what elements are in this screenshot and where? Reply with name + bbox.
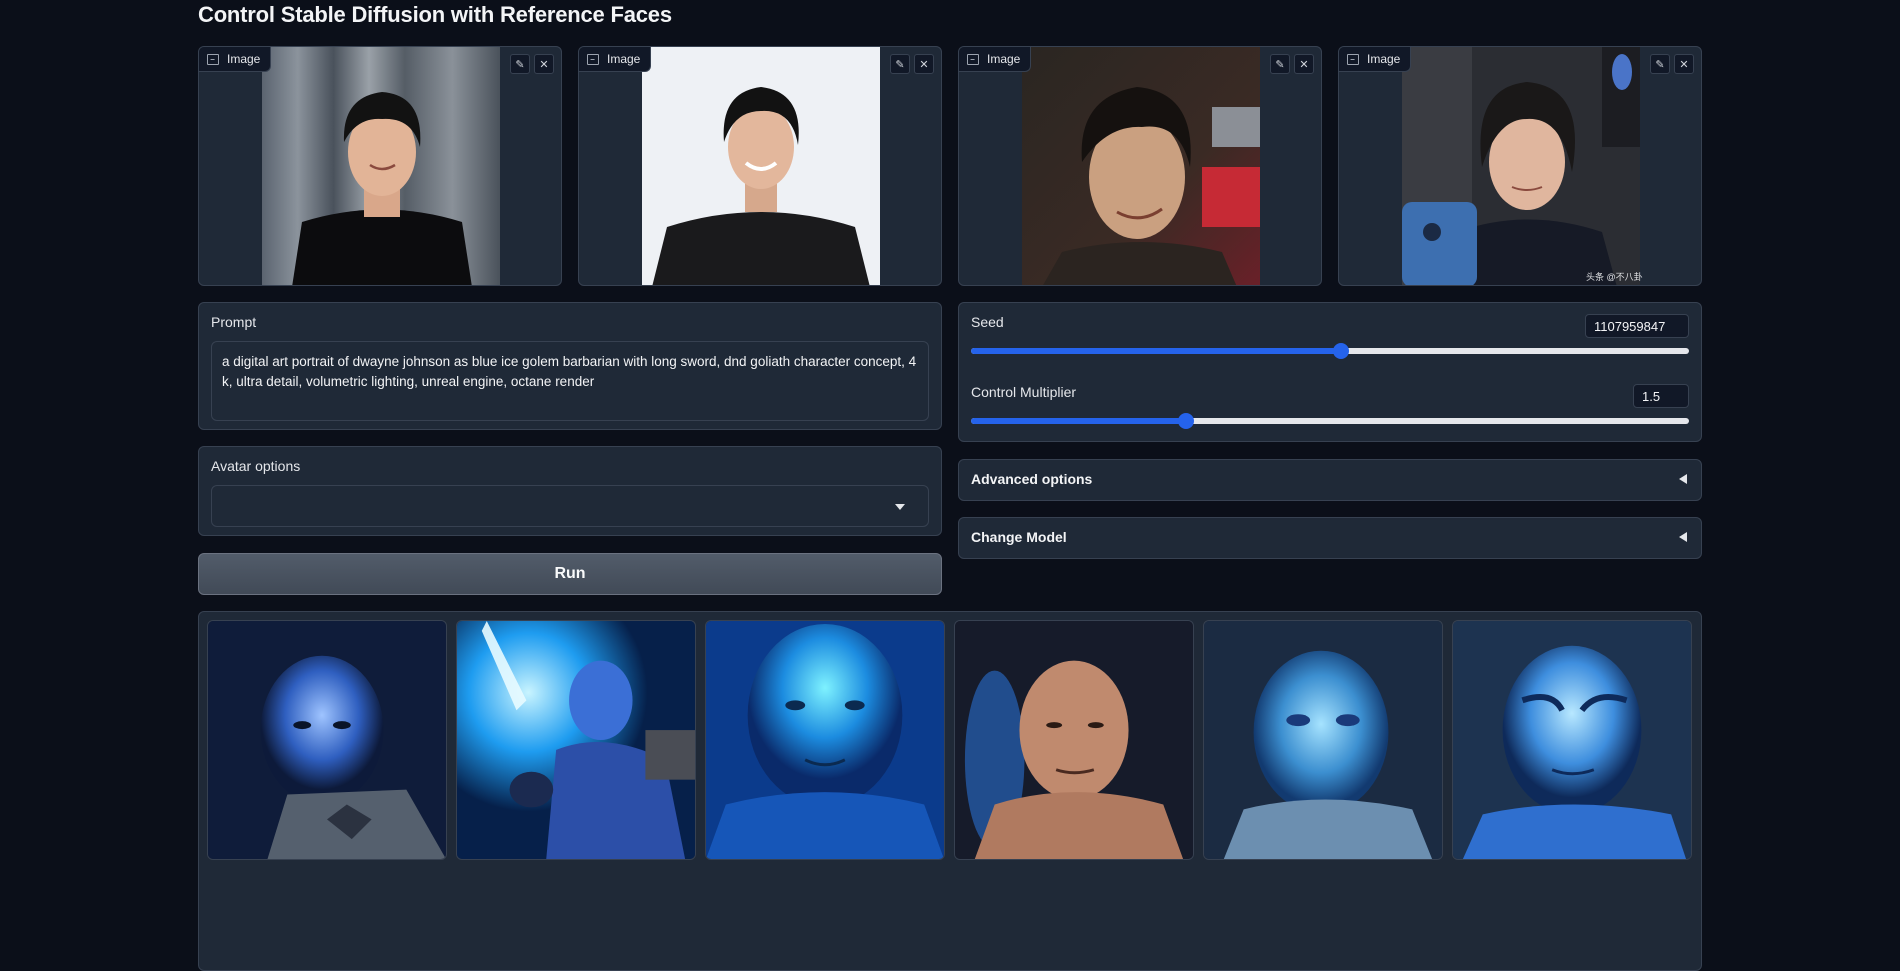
image-label-text: Image bbox=[227, 52, 261, 66]
prompt-panel: Prompt a digital art portrait of dwayne … bbox=[198, 302, 942, 430]
image-input-2[interactable]: Image ✎ ✕ bbox=[578, 46, 942, 286]
seed-slider-fill bbox=[971, 348, 1342, 354]
image-label: Image bbox=[579, 47, 652, 72]
image-input-3[interactable]: Image ✎ ✕ bbox=[958, 46, 1322, 286]
sliders-panel: Seed 1107959847 Control Multiplier 1.5 bbox=[958, 302, 1702, 442]
seed-slider-thumb[interactable] bbox=[1333, 343, 1350, 359]
image-label: Image bbox=[959, 47, 1032, 72]
image-label: Image bbox=[199, 47, 272, 72]
reference-photo-2 bbox=[642, 47, 880, 285]
image-icon bbox=[967, 53, 979, 65]
image-icon bbox=[207, 53, 219, 65]
change-model-accordion[interactable]: Change Model bbox=[958, 517, 1702, 559]
control-multiplier-input[interactable]: 1.5 bbox=[1633, 384, 1689, 408]
advanced-options-accordion[interactable]: Advanced options bbox=[958, 459, 1702, 501]
avatar-options-label: Avatar options bbox=[211, 458, 301, 474]
pencil-icon[interactable]: ✎ bbox=[1650, 54, 1670, 74]
image-label-text: Image bbox=[607, 52, 641, 66]
caret-left-icon bbox=[1679, 474, 1687, 484]
control-multiplier-slider[interactable] bbox=[971, 413, 1689, 429]
prompt-label: Prompt bbox=[211, 314, 257, 330]
control-multiplier-thumb[interactable] bbox=[1178, 413, 1195, 429]
image-label-text: Image bbox=[1367, 52, 1401, 66]
image-input-4[interactable]: Image 头条 @不八卦 ✎ ✕ bbox=[1338, 46, 1702, 286]
image-label: Image bbox=[1339, 47, 1412, 72]
pencil-icon[interactable]: ✎ bbox=[890, 54, 910, 74]
avatar-options-panel: Avatar options bbox=[198, 446, 942, 536]
gallery-image-1[interactable] bbox=[207, 620, 447, 860]
reference-photo-1 bbox=[262, 47, 500, 285]
image-icon bbox=[587, 53, 599, 65]
close-icon[interactable]: ✕ bbox=[914, 54, 934, 74]
avatar-options-dropdown[interactable] bbox=[211, 485, 929, 527]
pencil-icon[interactable]: ✎ bbox=[510, 54, 530, 74]
gallery-image-3[interactable] bbox=[705, 620, 945, 860]
pencil-icon[interactable]: ✎ bbox=[1270, 54, 1290, 74]
close-icon[interactable]: ✕ bbox=[534, 54, 554, 74]
prompt-textarea[interactable]: a digital art portrait of dwayne johnson… bbox=[211, 341, 929, 421]
control-multiplier-label: Control Multiplier bbox=[971, 384, 1077, 400]
seed-label: Seed bbox=[971, 314, 1004, 330]
gallery-image-4[interactable] bbox=[954, 620, 1194, 860]
output-gallery bbox=[198, 611, 1702, 971]
close-icon[interactable]: ✕ bbox=[1674, 54, 1694, 74]
run-button[interactable]: Run bbox=[198, 553, 942, 595]
image-icon bbox=[1347, 53, 1359, 65]
caret-left-icon bbox=[1679, 532, 1687, 542]
image-input-1[interactable]: Image ✎ ✕ bbox=[198, 46, 562, 286]
change-model-label: Change Model bbox=[971, 529, 1067, 545]
page-title: Control Stable Diffusion with Reference … bbox=[198, 2, 672, 27]
gallery-image-6[interactable] bbox=[1452, 620, 1692, 860]
chevron-down-icon bbox=[895, 504, 905, 510]
seed-slider[interactable] bbox=[971, 343, 1689, 359]
image-watermark: 头条 @不八卦 bbox=[1586, 272, 1643, 282]
advanced-options-label: Advanced options bbox=[971, 471, 1093, 487]
gallery-image-5[interactable] bbox=[1203, 620, 1443, 860]
reference-photo-3 bbox=[1022, 47, 1260, 285]
image-label-text: Image bbox=[987, 52, 1021, 66]
seed-input[interactable]: 1107959847 bbox=[1585, 314, 1689, 338]
close-icon[interactable]: ✕ bbox=[1294, 54, 1314, 74]
control-multiplier-fill bbox=[971, 418, 1187, 424]
reference-photo-4 bbox=[1402, 47, 1640, 285]
gallery-image-2[interactable] bbox=[456, 620, 696, 860]
